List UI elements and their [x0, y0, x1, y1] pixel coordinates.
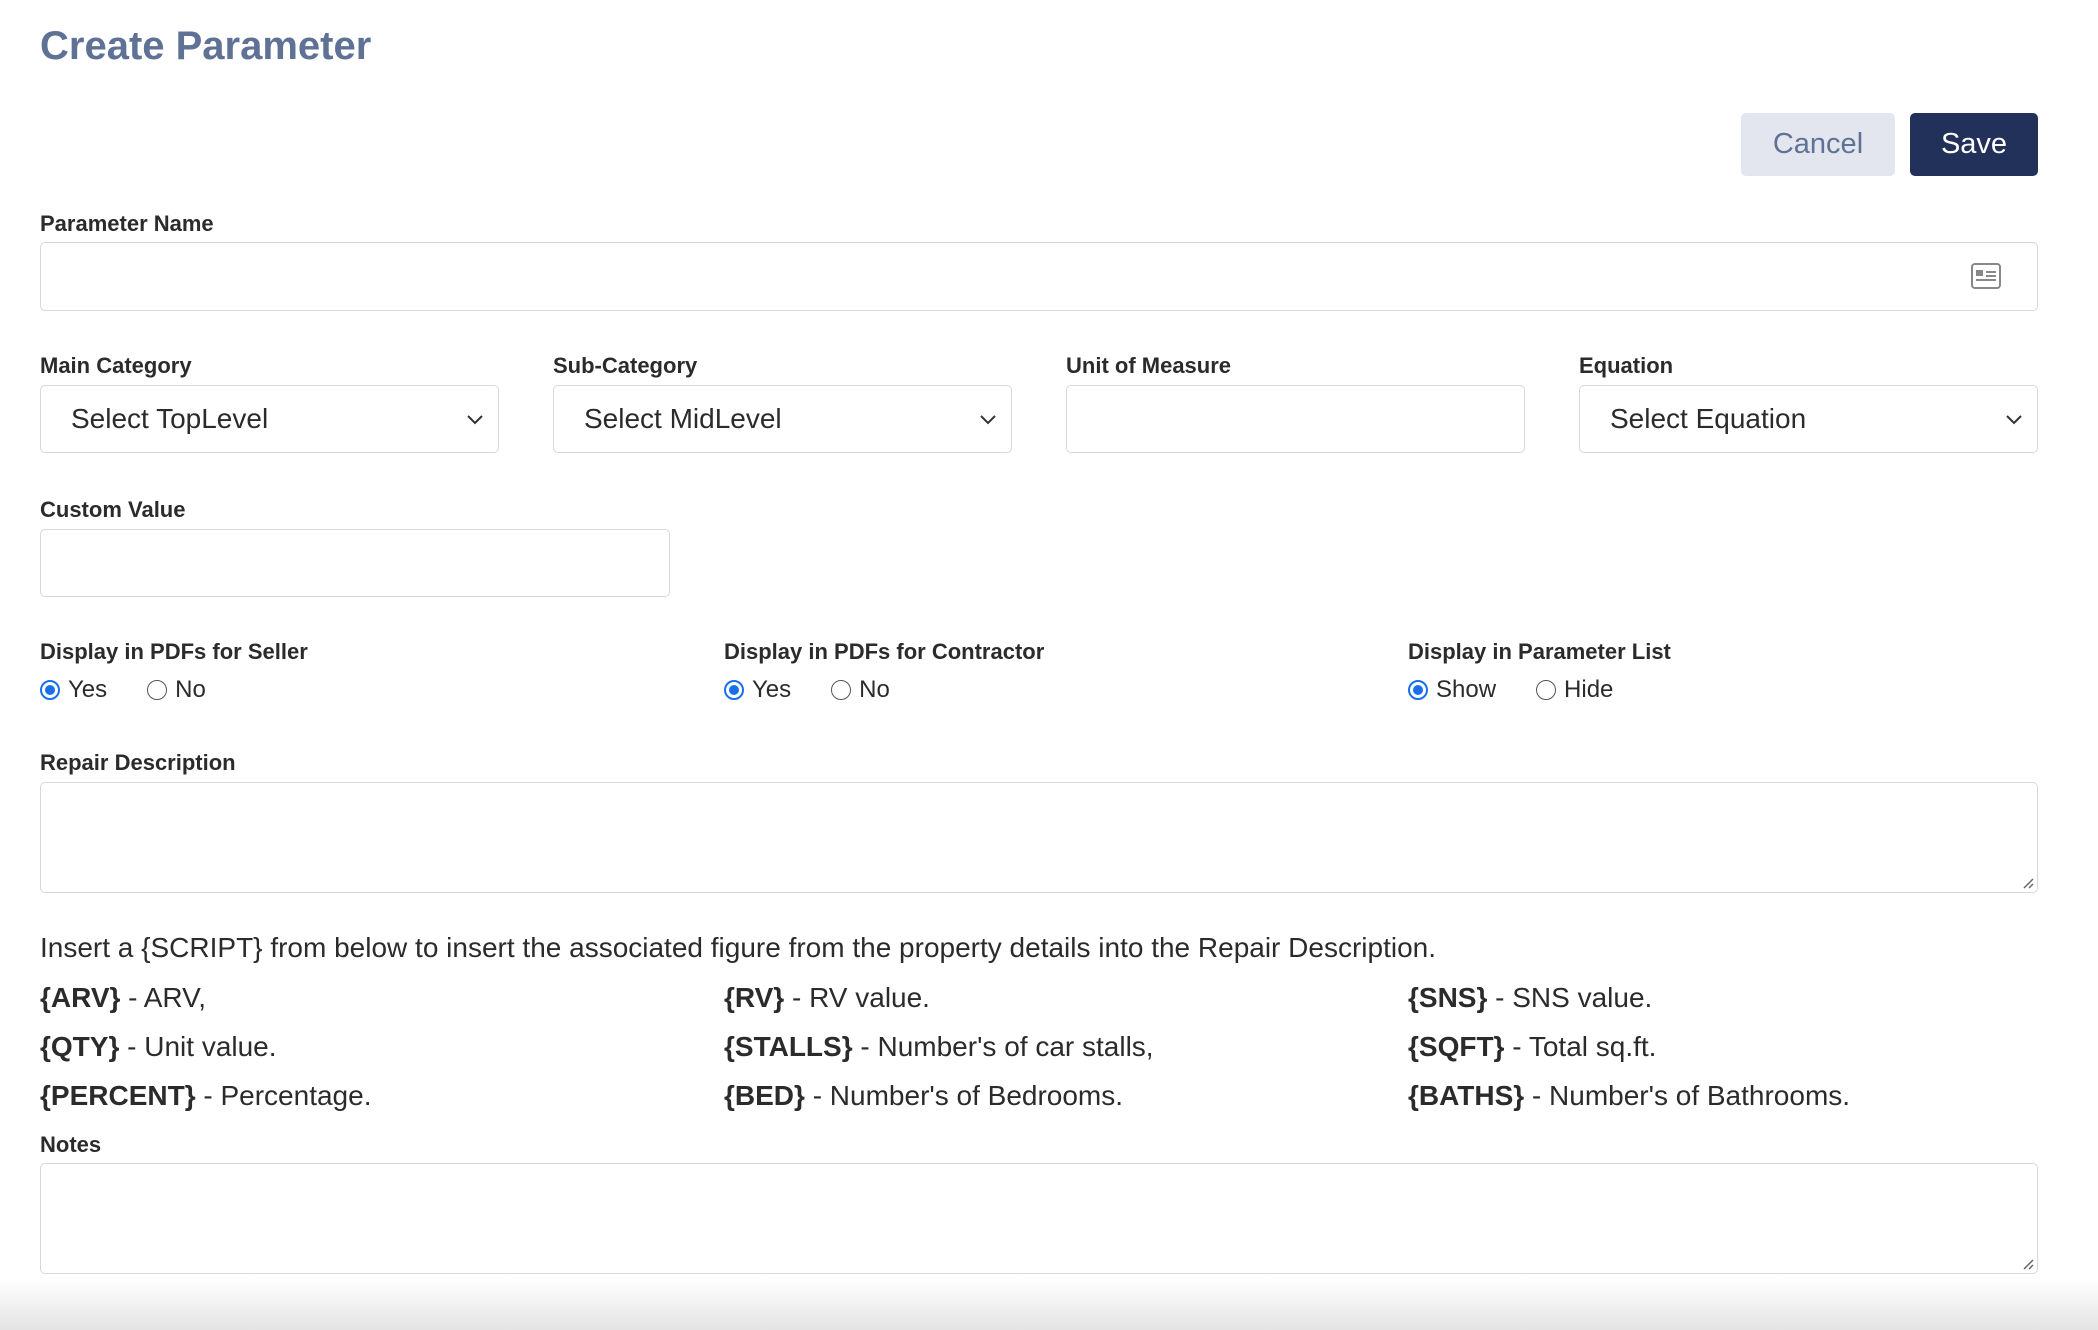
sub-category-select[interactable]: Select MidLevel	[553, 385, 1012, 453]
script-desc: - Number's of Bedrooms.	[804, 1080, 1124, 1111]
script-desc: - Unit value.	[119, 1031, 277, 1062]
script-item: {RV} - RV value.	[724, 982, 930, 1014]
resize-handle-icon[interactable]	[2020, 875, 2034, 889]
display-contractor-no-label[interactable]: No	[859, 676, 890, 704]
script-item: {BED} - Number's of Bedrooms.	[724, 1080, 1123, 1112]
script-key: {BATHS}	[1408, 1080, 1525, 1111]
bottom-scroll-shadow	[0, 1278, 2098, 1330]
parameter-name-label: Parameter Name	[40, 211, 214, 236]
script-key: {PERCENT}	[40, 1080, 196, 1111]
display-seller-no-radio[interactable]	[147, 680, 168, 700]
script-item: {ARV} - ARV,	[40, 982, 206, 1014]
script-help-text: Insert a {SCRIPT} from below to insert t…	[40, 932, 1436, 963]
script-key: {RV}	[724, 982, 785, 1013]
repair-description-textarea[interactable]	[40, 782, 2038, 893]
page-title: Create Parameter	[40, 24, 372, 68]
main-category-select[interactable]: Select TopLevel	[40, 385, 499, 453]
display-seller-no-label[interactable]: No	[175, 676, 206, 704]
script-key: {SNS}	[1408, 982, 1488, 1013]
save-button[interactable]: Save	[1910, 113, 2038, 176]
display-contractor-yes-label[interactable]: Yes	[752, 676, 791, 704]
parameter-name-input[interactable]	[40, 242, 2038, 311]
display-seller-yes-radio[interactable]	[40, 680, 60, 700]
sub-category-label: Sub-Category	[553, 353, 698, 378]
script-item: {SNS} - SNS value.	[1408, 982, 1652, 1014]
display-list-hide-radio[interactable]	[1536, 680, 1557, 700]
main-category-value: Select TopLevel	[71, 403, 269, 434]
chevron-down-icon	[980, 415, 996, 425]
script-item: {STALLS} - Number's of car stalls,	[724, 1031, 1154, 1063]
display-contractor-yes-radio[interactable]	[724, 680, 744, 700]
script-desc: - Percentage.	[195, 1080, 372, 1111]
equation-value: Select Equation	[1610, 403, 1807, 434]
display-list-show-label[interactable]: Show	[1436, 676, 1496, 704]
display-list-radio-group: Show Hide	[1408, 676, 1613, 704]
display-list-label: Display in Parameter List	[1408, 639, 1671, 664]
script-key: {BED}	[724, 1080, 805, 1111]
display-seller-label: Display in PDFs for Seller	[40, 639, 308, 664]
script-desc: - Total sq.ft.	[1504, 1031, 1657, 1062]
cancel-button[interactable]: Cancel	[1741, 113, 1895, 176]
unit-of-measure-input[interactable]	[1066, 385, 1525, 453]
custom-value-label: Custom Value	[40, 497, 186, 522]
display-contractor-no-radio[interactable]	[831, 680, 852, 700]
contact-card-icon[interactable]	[1971, 263, 2001, 289]
chevron-down-icon	[467, 415, 483, 425]
script-item: {QTY} - Unit value.	[40, 1031, 277, 1063]
script-desc: - Number's of car stalls,	[852, 1031, 1154, 1062]
script-item: {SQFT} - Total sq.ft.	[1408, 1031, 1656, 1063]
equation-select[interactable]: Select Equation	[1579, 385, 2038, 453]
resize-handle-icon[interactable]	[2020, 1256, 2034, 1270]
equation-label: Equation	[1579, 353, 1674, 378]
script-item: {BATHS} - Number's of Bathrooms.	[1408, 1080, 1850, 1112]
display-contractor-label: Display in PDFs for Contractor	[724, 639, 1045, 664]
notes-textarea[interactable]	[40, 1163, 2038, 1274]
script-key: {SQFT}	[1408, 1031, 1505, 1062]
sub-category-value: Select MidLevel	[584, 403, 782, 434]
display-seller-yes-label[interactable]: Yes	[68, 676, 107, 704]
script-key: {ARV}	[40, 982, 121, 1013]
display-contractor-radio-group: Yes No	[724, 676, 890, 704]
repair-description-label: Repair Description	[40, 750, 236, 775]
notes-label: Notes	[40, 1132, 102, 1157]
unit-of-measure-label: Unit of Measure	[1066, 353, 1232, 378]
main-category-label: Main Category	[40, 353, 192, 378]
display-list-show-radio[interactable]	[1408, 680, 1428, 700]
script-desc: - Number's of Bathrooms.	[1524, 1080, 1851, 1111]
script-key: {QTY}	[40, 1031, 120, 1062]
script-item: {PERCENT} - Percentage.	[40, 1080, 371, 1112]
chevron-down-icon	[2006, 415, 2022, 425]
custom-value-input[interactable]	[40, 529, 670, 597]
script-desc: - SNS value.	[1487, 982, 1653, 1013]
display-list-hide-label[interactable]: Hide	[1564, 676, 1613, 704]
script-desc: - RV value.	[784, 982, 930, 1013]
script-key: {STALLS}	[724, 1031, 853, 1062]
display-seller-radio-group: Yes No	[40, 676, 206, 704]
script-desc: - ARV,	[120, 982, 207, 1013]
